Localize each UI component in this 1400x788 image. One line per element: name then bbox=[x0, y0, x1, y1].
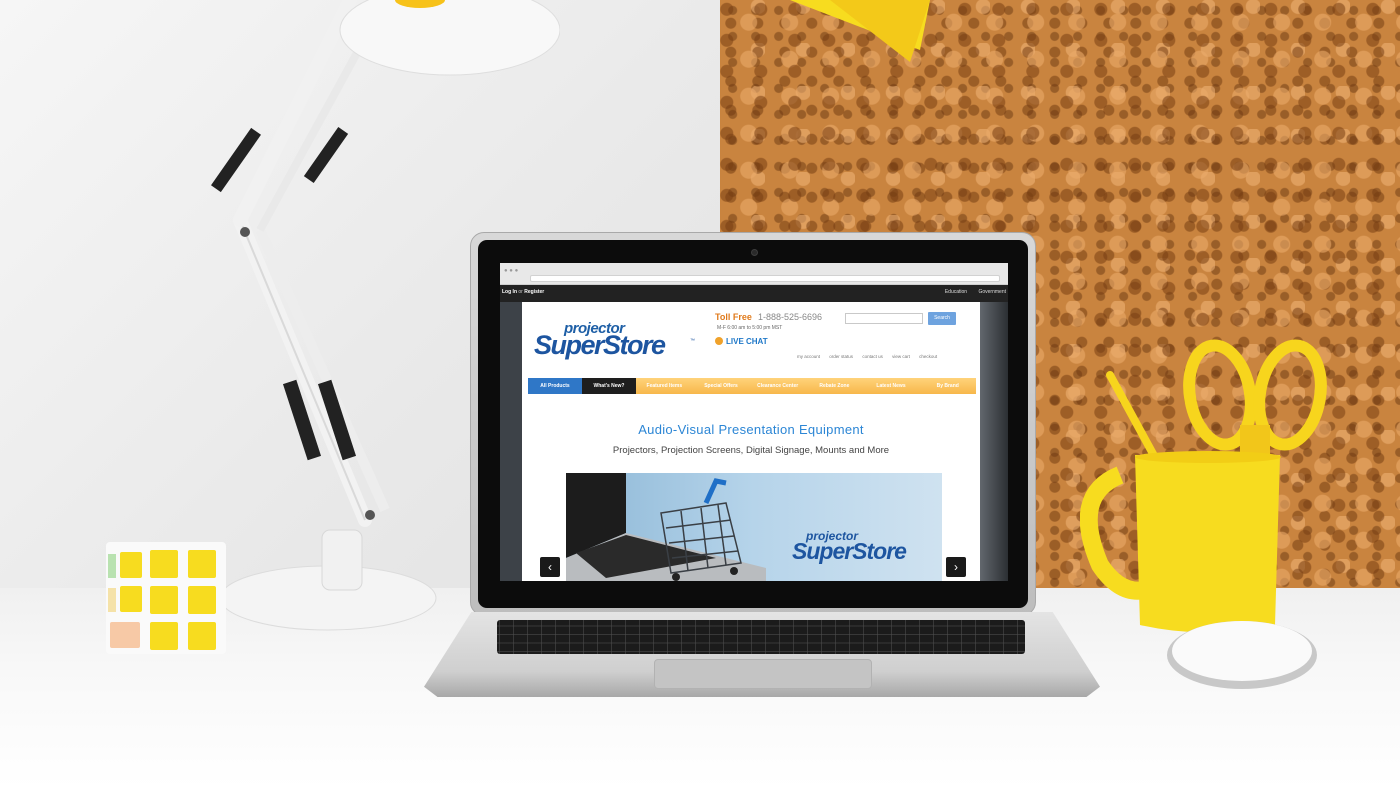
banner-laptop-cart-image bbox=[566, 473, 766, 581]
browser-chrome: ● ● ● bbox=[500, 263, 1008, 285]
or-text: or bbox=[518, 289, 523, 295]
education-link[interactable]: Education bbox=[945, 289, 967, 295]
laptop-screen: ● ● ● Log In or Register Education Gover… bbox=[500, 263, 1008, 581]
page-gutter-left bbox=[500, 302, 522, 581]
search-input[interactable] bbox=[845, 313, 923, 324]
chat-agent-icon bbox=[715, 337, 723, 345]
search-button[interactable]: Search bbox=[928, 312, 956, 325]
main-menu: All Products What's New? Featured Items … bbox=[528, 378, 976, 394]
site-logo[interactable]: projector SuperStore ™ bbox=[534, 316, 695, 360]
menu-all-products[interactable]: All Products bbox=[528, 378, 582, 394]
government-link[interactable]: Government bbox=[978, 289, 1006, 295]
menu-by-brand[interactable]: By Brand bbox=[919, 378, 976, 394]
site-topnav: Log In or Register Education Government bbox=[500, 285, 1008, 302]
live-chat-link[interactable]: LIVE CHAT bbox=[715, 337, 768, 346]
paper-plane bbox=[790, 0, 930, 62]
page-gutter-right bbox=[980, 302, 1008, 581]
mug-with-scissors bbox=[1080, 339, 1327, 633]
login-link[interactable]: Log In bbox=[502, 289, 517, 295]
phone-number[interactable]: 1-888-525-6696 bbox=[758, 312, 822, 322]
checkout-link[interactable]: checkout bbox=[919, 354, 937, 359]
business-hours: M-F 6:00 am to 5:00 pm MST bbox=[717, 325, 783, 331]
menu-rebate-zone[interactable]: Rebate Zone bbox=[806, 378, 863, 394]
window-controls-icon: ● ● ● bbox=[504, 268, 519, 274]
banner-logo-big: SuperStore bbox=[792, 538, 907, 564]
contact-us-link[interactable]: contact us bbox=[862, 354, 883, 359]
live-chat-label: LIVE CHAT bbox=[726, 337, 768, 346]
logo-tm: ™ bbox=[690, 338, 695, 344]
computer-mouse bbox=[1167, 621, 1317, 689]
order-status-link[interactable]: order status bbox=[829, 354, 853, 359]
menu-latest-news[interactable]: Latest News bbox=[863, 378, 920, 394]
laptop-trackpad bbox=[654, 659, 872, 689]
menu-whats-new[interactable]: What's New? bbox=[582, 378, 636, 394]
laptop-keyboard bbox=[497, 620, 1025, 654]
register-link[interactable]: Register bbox=[524, 289, 544, 295]
page-subheadline: Projectors, Projection Screens, Digital … bbox=[612, 445, 890, 456]
toll-free-label: Toll Free bbox=[715, 312, 752, 322]
webcam bbox=[751, 249, 758, 256]
menu-clearance-center[interactable]: Clearance Center bbox=[749, 378, 806, 394]
store-page: projector SuperStore ™ Toll Free 1-888-5… bbox=[522, 302, 980, 581]
logo-big-text: SuperStore bbox=[534, 330, 666, 360]
account-links: my account order status contact us view … bbox=[797, 354, 945, 359]
my-account-link[interactable]: my account bbox=[797, 354, 820, 359]
view-cart-link[interactable]: view cart bbox=[892, 354, 910, 359]
page-headline: Audio-Visual Presentation Equipment bbox=[638, 422, 864, 437]
menu-featured-items[interactable]: Featured Items bbox=[636, 378, 693, 394]
address-bar[interactable] bbox=[530, 275, 1000, 282]
hero-banner[interactable]: projector SuperStore bbox=[566, 473, 942, 581]
rubiks-cube bbox=[106, 542, 226, 654]
menu-special-offers[interactable]: Special Offers bbox=[693, 378, 750, 394]
carousel-prev-button[interactable]: ‹ bbox=[540, 557, 560, 577]
carousel-next-button[interactable]: › bbox=[946, 557, 966, 577]
